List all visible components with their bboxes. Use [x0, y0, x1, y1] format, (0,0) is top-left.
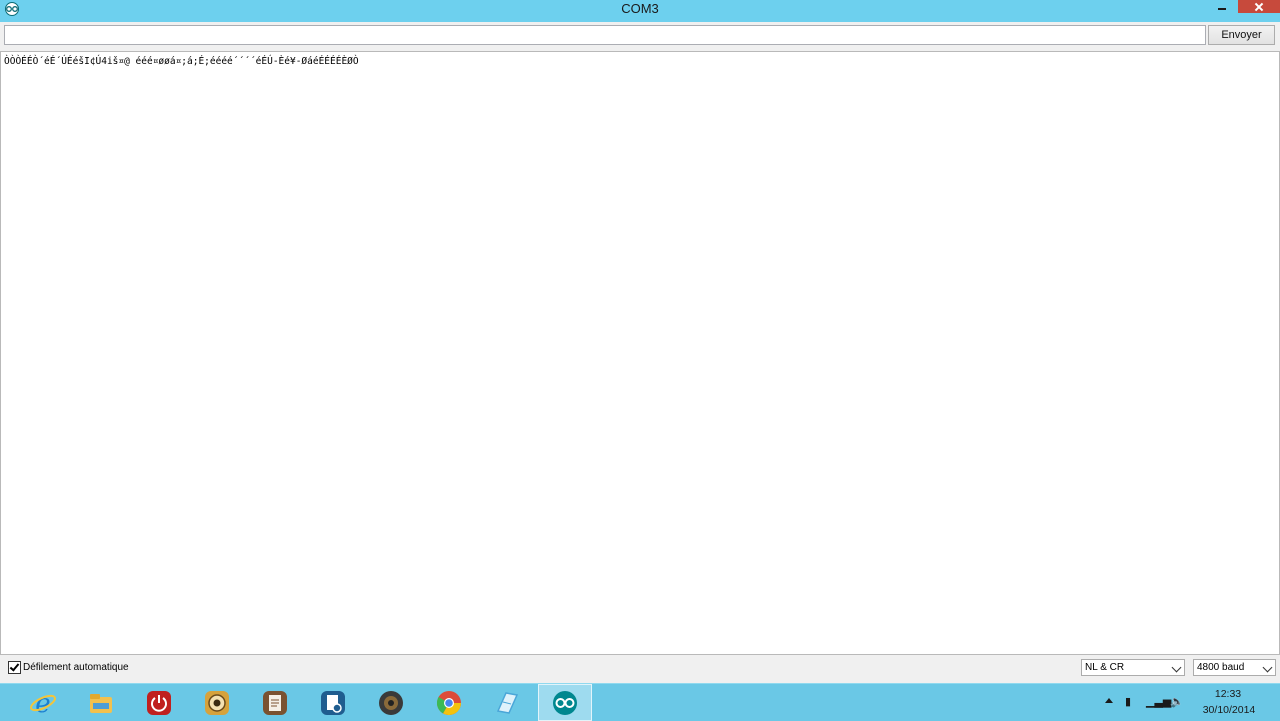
- minimize-button[interactable]: [1209, 0, 1235, 15]
- taskbar-chrome[interactable]: [422, 684, 476, 721]
- serial-output[interactable]: ÒÒÒÉÉÒ´éÉ´ÚÉéšI¢Ú4iš¤@ ééé¤øøá¤;á;É;éééé…: [0, 51, 1280, 655]
- clock-time[interactable]: 12:33: [1200, 688, 1256, 700]
- taskbar-settings-document[interactable]: [306, 684, 360, 721]
- chrome-icon: [436, 690, 461, 715]
- chevron-down-icon: [1262, 662, 1273, 673]
- line-ending-select[interactable]: NL & CR: [1081, 659, 1185, 676]
- close-button[interactable]: [1238, 0, 1280, 13]
- internet-explorer-icon: e: [30, 689, 56, 717]
- line-ending-value: NL & CR: [1085, 662, 1125, 673]
- taskbar-power[interactable]: [132, 684, 186, 721]
- signal-icon[interactable]: ▁▃▅: [1146, 695, 1171, 708]
- svg-text:e: e: [35, 689, 50, 717]
- power-icon: [147, 690, 171, 715]
- chevron-up-icon[interactable]: [1105, 698, 1113, 703]
- document-icon: [263, 690, 287, 715]
- serial-output-text: ÒÒÒÉÉÒ´éÉ´ÚÉéšI¢Ú4iš¤@ ééé¤øøá¤;á;É;éééé…: [4, 56, 359, 67]
- file-explorer-icon: [90, 693, 112, 713]
- taskbar-speaker[interactable]: [364, 684, 418, 721]
- autoscroll-label: Défilement automatique: [23, 662, 129, 673]
- volume-icon[interactable]: 🔈: [1170, 695, 1184, 708]
- taskbar-notepad[interactable]: [480, 684, 534, 721]
- baud-rate-value: 4800 baud: [1197, 662, 1245, 673]
- taskbar-webcam[interactable]: [190, 684, 244, 721]
- taskbar-arduino[interactable]: [538, 684, 592, 721]
- send-input[interactable]: [4, 25, 1206, 45]
- chevron-down-icon: [1171, 662, 1182, 673]
- clock-date[interactable]: 30/10/2014: [1196, 704, 1262, 716]
- send-button[interactable]: Envoyer: [1208, 25, 1275, 45]
- arduino-icon: [553, 690, 577, 715]
- serial-monitor: Envoyer ÒÒÒÉÉÒ´éÉ´ÚÉéšI¢Ú4iš¤@ ééé¤øøá¤;…: [0, 22, 1280, 683]
- taskbar-internet-explorer[interactable]: e: [16, 684, 70, 721]
- taskbar-document[interactable]: [248, 684, 302, 721]
- baud-rate-select[interactable]: 4800 baud: [1193, 659, 1276, 676]
- title-bar: COM3: [0, 0, 1280, 22]
- settings-document-icon: [321, 690, 345, 715]
- webcam-icon: [205, 690, 229, 715]
- battery-icon[interactable]: ▮: [1125, 695, 1131, 708]
- autoscroll-checkbox[interactable]: [8, 661, 21, 674]
- taskbar: e: [0, 683, 1280, 721]
- taskbar-file-explorer[interactable]: [74, 684, 128, 721]
- speaker-icon: [379, 690, 403, 715]
- notepad-icon: [496, 691, 519, 714]
- window-title: COM3: [621, 1, 659, 16]
